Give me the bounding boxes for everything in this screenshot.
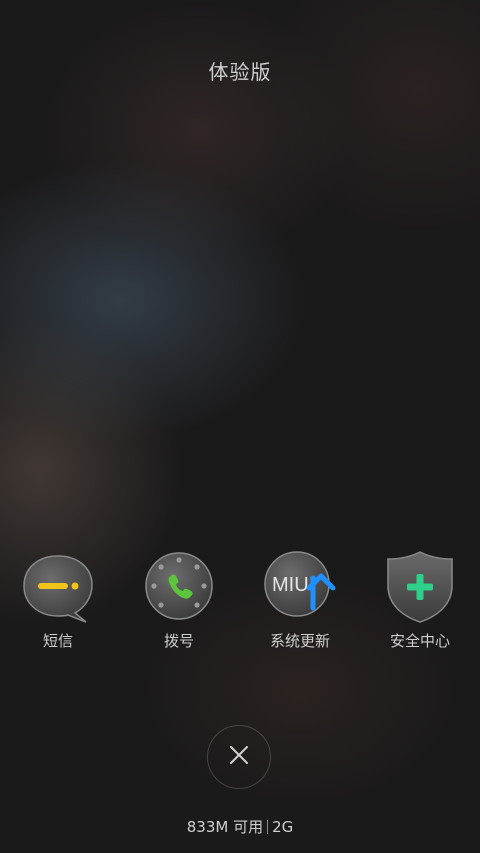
app-label: 安全中心 — [389, 632, 450, 650]
phone-dial-icon — [141, 548, 217, 624]
memory-available: 833M 可用 — [186, 818, 264, 836]
close-icon — [228, 744, 250, 770]
memory-status: 833M 可用 2G — [0, 816, 480, 837]
divider — [267, 820, 269, 834]
app-label: 拨号 — [163, 632, 194, 650]
message-icon — [20, 548, 96, 624]
app-label: 系统更新 — [269, 632, 330, 650]
network-type: 2G — [272, 818, 294, 836]
page-title: 体验版 — [208, 60, 272, 84]
app-dialer[interactable]: 拨号 — [124, 548, 234, 651]
miui-logo-text: MIUI — [272, 574, 314, 596]
app-security-center[interactable]: 安全中心 — [365, 548, 475, 651]
clear-recents-button[interactable] — [207, 725, 271, 789]
app-messages[interactable]: 短信 — [3, 548, 113, 651]
app-system-update[interactable]: MIUI 系统更新 — [245, 548, 355, 651]
miui-update-icon: MIUI — [262, 548, 338, 624]
app-label: 短信 — [42, 632, 73, 650]
security-shield-icon — [382, 548, 458, 624]
recent-apps-row: 短信 拨号 MIUI 系统更新 安全中心 — [0, 548, 480, 658]
